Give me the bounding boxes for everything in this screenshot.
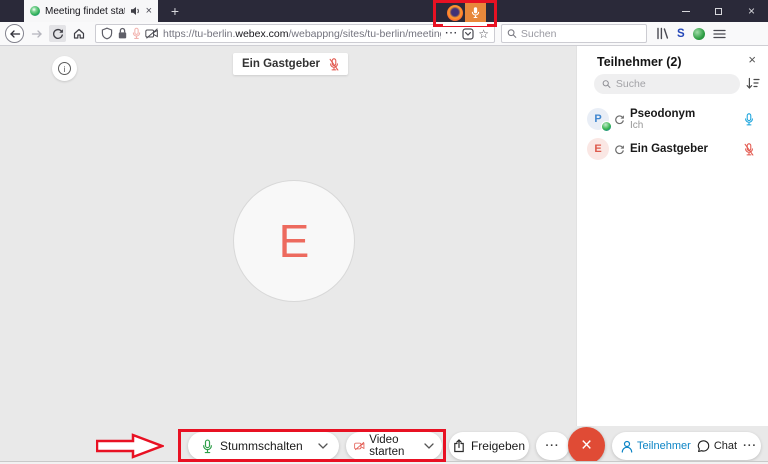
chevron-down-icon[interactable]: [424, 443, 434, 449]
bookmark-star-icon[interactable]: ☆: [478, 28, 489, 40]
mic-icon: [203, 438, 212, 453]
panel-close-icon[interactable]: ×: [748, 52, 756, 67]
avatar-initial: E: [594, 143, 602, 155]
page-actions-icon[interactable]: ···: [445, 28, 458, 39]
active-speaker-name: Ein Gastgeber: [242, 58, 320, 70]
webex-favicon-icon: [30, 6, 40, 16]
meeting-stage: i Ein Gastgeber E Teilnehmer (2) × Suche…: [0, 46, 768, 464]
participant-avatar: P: [587, 108, 612, 132]
tab-title: Meeting findet statt ...: [45, 5, 125, 17]
chat-toggle-button[interactable]: Chat: [697, 439, 738, 453]
url-domain: webex.com: [235, 27, 289, 40]
home-button[interactable]: [70, 25, 87, 42]
participant-search[interactable]: [594, 74, 740, 94]
browser-tab[interactable]: Meeting findet statt ... ×: [24, 0, 158, 22]
search-icon: [602, 80, 611, 88]
leave-meeting-button[interactable]: ×: [568, 427, 605, 464]
lock-icon[interactable]: [117, 27, 128, 40]
mic-permission-icon[interactable]: [132, 27, 141, 40]
camera-blocked-icon[interactable]: [145, 28, 159, 39]
info-icon: i: [58, 62, 71, 75]
browser-window: Meeting findet statt ... × + ×: [0, 0, 768, 464]
mic-unmuted-icon[interactable]: [744, 112, 754, 126]
share-button-label: Freigeben: [470, 439, 526, 453]
minimize-icon: [681, 10, 690, 12]
tracking-shield-icon[interactable]: [101, 27, 113, 40]
participant-row[interactable]: E Ein Gastgeber: [587, 136, 760, 162]
audio-connection-icon: [614, 114, 625, 125]
search-icon: [507, 29, 517, 38]
participant-row[interactable]: P Pseodonym Ich: [587, 104, 760, 134]
more-options-button[interactable]: ···: [536, 432, 569, 460]
annotation-arrow: [96, 433, 164, 459]
mic-in-use-icon: [465, 3, 486, 22]
extension-icon[interactable]: [692, 27, 705, 40]
url-scheme: https://tu-berlin.: [163, 27, 236, 40]
extension-s-icon[interactable]: S: [677, 28, 685, 40]
mute-button-label: Stummschalten: [220, 439, 303, 453]
participant-avatar: E: [587, 138, 609, 160]
firefox-logo-icon: [444, 3, 465, 22]
participants-toggle-label: Teilnehmer: [637, 440, 691, 452]
start-video-button[interactable]: Video starten: [346, 432, 442, 460]
library-icon[interactable]: [655, 27, 669, 40]
forward-button[interactable]: [28, 25, 45, 42]
share-button[interactable]: Freigeben: [449, 432, 529, 460]
reload-button[interactable]: [49, 25, 66, 42]
participant-name: Ein Gastgeber: [630, 143, 708, 155]
maximize-button[interactable]: [702, 0, 735, 22]
start-video-label: Video starten: [369, 434, 405, 458]
search-bar[interactable]: [501, 24, 647, 43]
back-button[interactable]: [5, 24, 24, 43]
browser-toolbar: https://tu-berlin.webex.com/webappng/sit…: [0, 22, 768, 46]
firefox-sharing-indicator[interactable]: [436, 3, 494, 22]
participant-name: Pseodonym: [630, 107, 696, 120]
avatar-letter: E: [278, 215, 310, 267]
participants-toggle-button[interactable]: Teilnehmer: [621, 440, 691, 453]
menu-icon[interactable]: [713, 29, 726, 39]
maximize-icon: [715, 7, 722, 15]
participant-names: Ein Gastgeber: [630, 143, 744, 155]
tab-bar: Meeting findet statt ... × + ×: [0, 0, 768, 22]
meeting-info-button[interactable]: i: [52, 56, 77, 81]
sort-participants-icon[interactable]: [746, 77, 760, 95]
annotation-box-sharing-indicator: [433, 0, 497, 27]
close-icon: ×: [580, 435, 593, 456]
tab-close-icon[interactable]: ×: [146, 5, 152, 17]
mic-muted-icon: [329, 57, 339, 71]
window-close-button[interactable]: ×: [735, 0, 768, 22]
indicator-strip: [443, 22, 487, 26]
chat-toggle-label: Chat: [713, 440, 738, 452]
avatar: E: [233, 180, 355, 302]
participant-search-input[interactable]: [615, 78, 732, 90]
tab-audio-icon[interactable]: [130, 6, 141, 16]
minimize-button[interactable]: [669, 0, 702, 22]
search-input[interactable]: [520, 27, 641, 40]
audio-connection-icon: [614, 144, 625, 155]
more-panels-icon[interactable]: ···: [743, 440, 757, 452]
chevron-down-icon[interactable]: [318, 443, 328, 449]
person-icon: [621, 440, 633, 453]
pocket-icon[interactable]: [462, 27, 474, 40]
panel-title: Teilnehmer (2): [597, 55, 682, 69]
camera-off-icon: [354, 441, 365, 451]
url-text[interactable]: https://tu-berlin.webex.com/webappng/sit…: [163, 28, 441, 40]
participant-names: Pseodonym Ich: [630, 108, 744, 131]
participants-panel: Teilnehmer (2) × P: [576, 46, 768, 426]
panel-toggle-group: Teilnehmer Chat ···: [612, 432, 761, 460]
chat-bubble-icon: [697, 439, 710, 452]
new-tab-button[interactable]: +: [165, 0, 185, 22]
webex-badge-icon: [601, 121, 612, 132]
url-path: /webappng/sites/tu-berlin/meeting/downlo…: [288, 27, 441, 40]
ellipsis-icon: ···: [545, 440, 560, 452]
window-controls: ×: [669, 0, 768, 22]
mute-button[interactable]: Stummschalten: [188, 432, 339, 460]
share-icon: [454, 439, 464, 453]
mic-muted-icon[interactable]: [744, 142, 754, 156]
participant-subtitle: Ich: [630, 119, 644, 131]
active-speaker-pill: Ein Gastgeber: [233, 53, 348, 75]
